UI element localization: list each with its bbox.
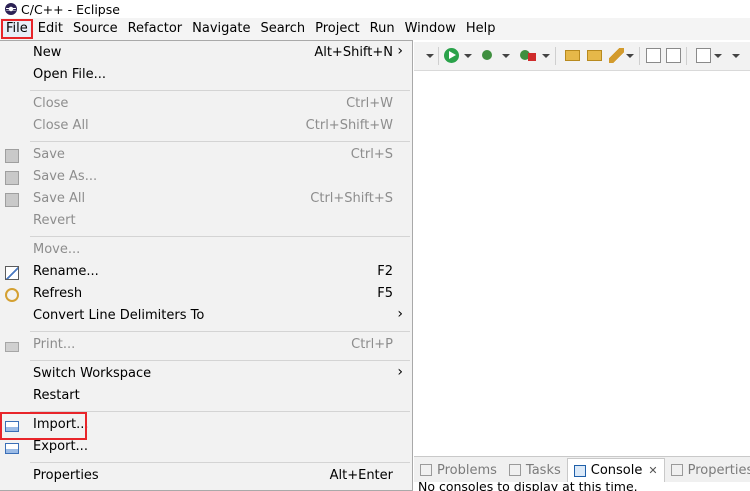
rename-icon bbox=[5, 266, 19, 280]
tasks-icon bbox=[508, 464, 521, 476]
stop-icon[interactable] bbox=[528, 53, 536, 61]
external-tools-dropdown-icon[interactable] bbox=[542, 54, 550, 58]
annotation-dropdown-icon[interactable] bbox=[714, 54, 722, 58]
console-output: No consoles to display at this time. bbox=[414, 482, 750, 491]
menu-window[interactable]: Window bbox=[400, 19, 461, 39]
menu-item-new[interactable]: New Alt+Shift+N › bbox=[0, 43, 412, 65]
export-icon bbox=[5, 443, 19, 454]
open-type-icon[interactable] bbox=[587, 50, 602, 61]
dropdown-arrow-icon[interactable] bbox=[426, 54, 434, 58]
menu-divider bbox=[30, 360, 410, 361]
bottom-panel-tabs: Problems Tasks Console ✕ Properties bbox=[414, 456, 750, 483]
tab-label: Problems bbox=[437, 462, 497, 478]
menu-divider bbox=[30, 90, 410, 91]
menu-run[interactable]: Run bbox=[365, 19, 400, 39]
problems-icon bbox=[420, 464, 432, 476]
tab-tasks[interactable]: Tasks bbox=[503, 458, 567, 482]
menu-item-export[interactable]: Export... bbox=[0, 437, 412, 459]
tab-properties[interactable]: Properties bbox=[665, 458, 750, 482]
more-dropdown-icon[interactable] bbox=[732, 54, 740, 58]
menu-item-switch-workspace[interactable]: Switch Workspace › bbox=[0, 364, 412, 386]
menu-project[interactable]: Project bbox=[310, 19, 364, 39]
console-icon bbox=[573, 464, 586, 477]
menu-file[interactable]: File bbox=[1, 19, 33, 39]
menu-item-close[interactable]: Close Ctrl+W bbox=[0, 94, 412, 116]
menu-help[interactable]: Help bbox=[461, 19, 501, 39]
pencil-icon[interactable] bbox=[609, 48, 624, 63]
submenu-arrow-icon: › bbox=[397, 306, 403, 322]
eclipse-logo-icon bbox=[5, 3, 17, 15]
main-toolbar bbox=[414, 42, 750, 71]
toolbar-separator bbox=[686, 47, 687, 65]
run-dropdown-icon[interactable] bbox=[464, 54, 472, 58]
menu-bar: File Edit Source Refactor Navigate Searc… bbox=[0, 18, 750, 40]
title-bar: C/C++ - Eclipse bbox=[0, 0, 750, 18]
menu-item-save[interactable]: Save Ctrl+S bbox=[0, 145, 412, 167]
file-menu-dropdown: New Alt+Shift+N › Open File... Close Ctr… bbox=[0, 40, 413, 491]
menu-edit[interactable]: Edit bbox=[33, 19, 68, 39]
menu-divider bbox=[30, 462, 410, 463]
tab-label: Tasks bbox=[525, 462, 561, 478]
menu-divider bbox=[30, 236, 410, 237]
import-highlight-box bbox=[0, 412, 87, 440]
menu-item-convert-line-delimiters[interactable]: Convert Line Delimiters To › bbox=[0, 306, 412, 328]
menu-divider bbox=[30, 411, 410, 412]
debug-icon[interactable] bbox=[482, 50, 492, 60]
menu-item-properties[interactable]: Properties Alt+Enter bbox=[0, 466, 412, 488]
menu-source[interactable]: Source bbox=[68, 19, 123, 39]
menu-item-rename[interactable]: Rename... F2 bbox=[0, 262, 412, 284]
menu-item-open-file[interactable]: Open File... bbox=[0, 65, 412, 87]
console-message: No consoles to display at this time. bbox=[418, 482, 638, 491]
menu-item-close-all[interactable]: Close All Ctrl+Shift+W bbox=[0, 116, 412, 138]
menu-item-restart[interactable]: Restart bbox=[0, 386, 412, 408]
properties-icon bbox=[670, 464, 683, 476]
pencil-dropdown-icon[interactable] bbox=[626, 54, 634, 58]
menu-item-save-as[interactable]: Save As... bbox=[0, 167, 412, 189]
open-folder-icon[interactable] bbox=[565, 50, 580, 61]
debug-dropdown-icon[interactable] bbox=[502, 54, 510, 58]
editor-area[interactable] bbox=[414, 71, 750, 454]
menu-item-refresh[interactable]: Refresh F5 bbox=[0, 284, 412, 306]
save-all-icon bbox=[5, 193, 19, 207]
menu-item-print[interactable]: Print... Ctrl+P bbox=[0, 335, 412, 357]
next-annotation-icon[interactable] bbox=[696, 48, 711, 63]
run-icon[interactable] bbox=[444, 48, 459, 63]
window-title: C/C++ - Eclipse bbox=[21, 1, 120, 17]
menu-refactor[interactable]: Refactor bbox=[123, 19, 188, 39]
menu-search[interactable]: Search bbox=[255, 19, 310, 39]
tab-problems[interactable]: Problems bbox=[414, 458, 503, 482]
close-icon[interactable]: ✕ bbox=[648, 464, 657, 477]
menu-item-revert[interactable]: Revert bbox=[0, 211, 412, 233]
save-as-icon bbox=[5, 171, 19, 185]
tab-console[interactable]: Console ✕ bbox=[566, 457, 665, 483]
toolbar-separator bbox=[438, 47, 439, 65]
toolbar-separator bbox=[639, 47, 640, 65]
menu-navigate[interactable]: Navigate bbox=[187, 19, 255, 39]
menu-divider bbox=[30, 331, 410, 332]
refresh-icon bbox=[5, 288, 19, 302]
toolbar-separator bbox=[555, 47, 556, 65]
document-icon[interactable] bbox=[646, 48, 661, 63]
menu-item-move[interactable]: Move... bbox=[0, 240, 412, 262]
submenu-arrow-icon: › bbox=[397, 364, 403, 380]
print-icon bbox=[5, 342, 19, 352]
tab-label: Properties bbox=[687, 462, 750, 478]
show-whitespace-icon[interactable] bbox=[666, 48, 681, 63]
menu-item-save-all[interactable]: Save All Ctrl+Shift+S bbox=[0, 189, 412, 211]
save-icon bbox=[5, 149, 19, 163]
submenu-arrow-icon: › bbox=[397, 43, 403, 59]
menu-divider bbox=[30, 141, 410, 142]
tab-label: Console bbox=[590, 463, 643, 478]
